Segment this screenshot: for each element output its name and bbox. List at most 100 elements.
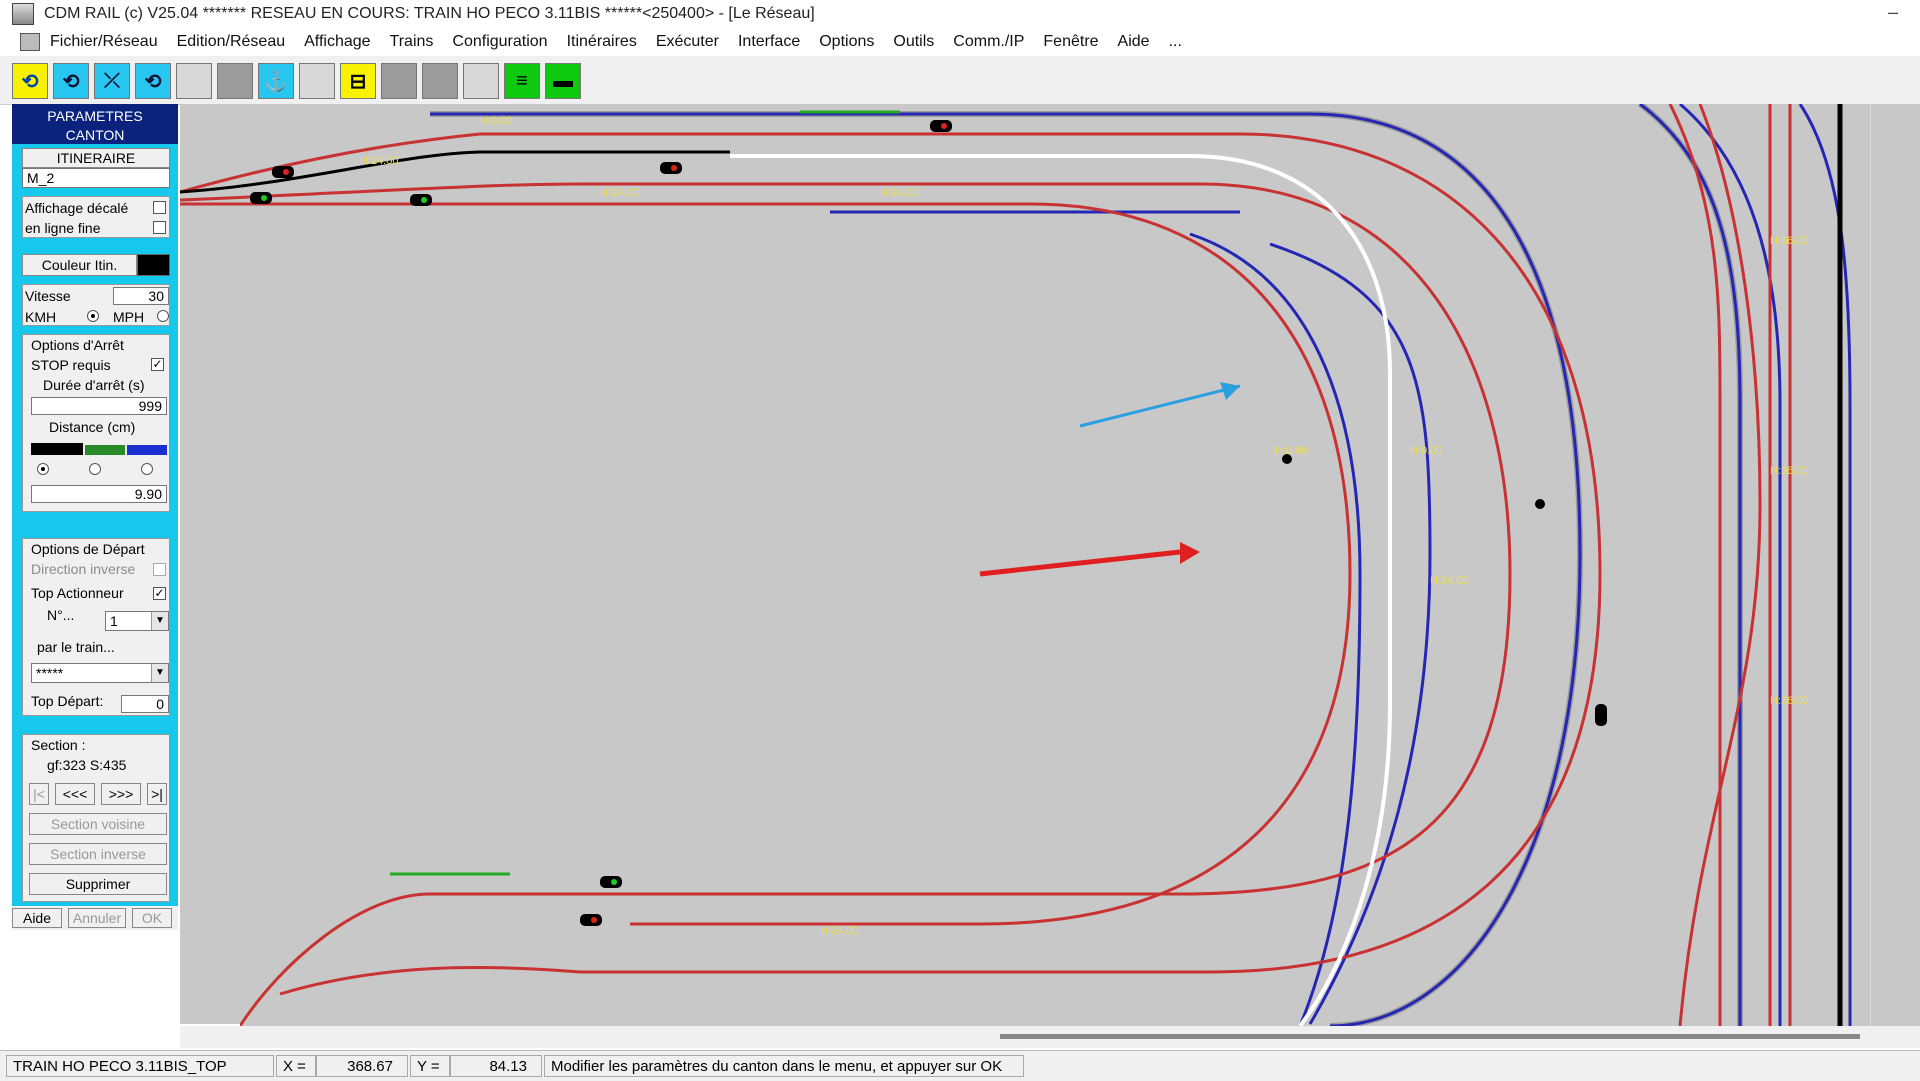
section-inverse-button[interactable]: Section inverse: [29, 843, 167, 865]
distance-ref-radio-middle[interactable]: [89, 463, 101, 475]
bar-icon[interactable]: ▬: [545, 63, 581, 99]
menu-edition[interactable]: Edition/Réseau: [177, 33, 286, 51]
panel-button-bar: Aide Annuler OK: [12, 906, 178, 930]
status-bar: TRAIN HO PECO 3.11BIS_TOP X = 368.67 Y =…: [0, 1050, 1920, 1081]
blank-tool-icon[interactable]: [381, 63, 417, 99]
ligne-fine-checkbox[interactable]: [153, 221, 166, 234]
actionneur-number-dropdown[interactable]: 1 ▼: [105, 611, 169, 631]
menu-interface[interactable]: Interface: [738, 33, 800, 51]
duree-arret-input[interactable]: 999: [31, 397, 167, 415]
top-depart-label: Top Départ:: [31, 693, 104, 709]
ok-button[interactable]: OK: [132, 908, 172, 928]
stop-requis-checkbox[interactable]: ✓: [151, 358, 164, 371]
train-dropdown[interactable]: ***** ▼: [31, 663, 169, 683]
affichage-decale-checkbox[interactable]: [153, 201, 166, 214]
options-arret-label: Options d'Arrêt: [31, 337, 124, 353]
direction-inverse-checkbox[interactable]: [153, 563, 166, 576]
section-prev-button[interactable]: <<<: [55, 783, 95, 805]
stop-requis-label: STOP requis: [31, 357, 111, 373]
track-layout-svg[interactable]: H:0.00 H:24.00 H:24.00 H:24.00 H:0.00 H:…: [180, 104, 1870, 1026]
menu-bar: Fichier/Réseau Edition/Réseau Affichage …: [0, 28, 1920, 56]
loop-cross-icon[interactable]: ⤫: [94, 63, 130, 99]
lines-icon[interactable]: ≡: [504, 63, 540, 99]
status-y-label: Y =: [410, 1055, 450, 1077]
section-marker-label: H:0.00: [1410, 445, 1442, 457]
n-label: N°...: [47, 607, 75, 623]
menu-itineraires[interactable]: Itinéraires: [567, 33, 637, 51]
document-icon[interactable]: [20, 33, 40, 51]
canvas-right-margin: [1870, 104, 1920, 1026]
menu-outils[interactable]: Outils: [893, 33, 934, 51]
chevron-down-icon[interactable]: ▼: [151, 612, 168, 630]
horizontal-scrollbar[interactable]: [180, 1026, 1920, 1048]
track-layout-canvas[interactable]: H:0.00 H:24.00 H:24.00 H:24.00 H:0.00 H:…: [180, 104, 1870, 1026]
blank-tool-icon[interactable]: [463, 63, 499, 99]
aide-button[interactable]: Aide: [12, 908, 62, 928]
scrollbar-thumb[interactable]: [1000, 1034, 1860, 1039]
menu-affichage[interactable]: Affichage: [304, 33, 370, 51]
menu-aide[interactable]: Aide: [1118, 33, 1150, 51]
section-marker-label: H:36.00: [1770, 695, 1809, 707]
itineraire-button[interactable]: ITINERAIRE: [22, 148, 170, 168]
annuler-button[interactable]: Annuler: [68, 908, 126, 928]
menu-fenetre[interactable]: Fenêtre: [1043, 33, 1098, 51]
options-depart-label: Options de Départ: [31, 541, 145, 557]
chevron-down-icon[interactable]: ▼: [151, 664, 168, 682]
section-voisine-button[interactable]: Section voisine: [29, 813, 167, 835]
blank-tool-icon[interactable]: [299, 63, 335, 99]
mph-radio[interactable]: [157, 310, 169, 322]
couleur-itin-button[interactable]: Couleur Itin.: [22, 254, 137, 276]
blank-tool-icon[interactable]: [422, 63, 458, 99]
affichage-decale-label: Affichage décalé: [25, 200, 129, 216]
section-next-button[interactable]: >>>: [101, 783, 141, 805]
anchor-icon[interactable]: ⚓: [258, 63, 294, 99]
itinerary-name-field[interactable]: M_2: [22, 168, 170, 188]
par-le-train-label: par le train...: [37, 639, 115, 655]
loop-add-icon[interactable]: ⟲: [53, 63, 89, 99]
route-color-swatch[interactable]: [137, 254, 170, 276]
loop-edit-icon[interactable]: ⟲: [135, 63, 171, 99]
status-network-name: TRAIN HO PECO 3.11BIS_TOP: [6, 1055, 274, 1077]
loop-icon[interactable]: ⟲: [12, 63, 48, 99]
menu-more[interactable]: ...: [1169, 33, 1182, 51]
bracket-icon[interactable]: ⊟: [340, 63, 376, 99]
menu-configuration[interactable]: Configuration: [452, 33, 547, 51]
direction-inverse-label: Direction inverse: [31, 561, 136, 577]
minimize-button[interactable]: –: [1888, 2, 1898, 23]
options-arret-group: Options d'Arrêt STOP requis ✓ Durée d'ar…: [22, 334, 170, 512]
section-marker-label: H:24.00: [600, 187, 639, 199]
mph-label: MPH: [113, 309, 145, 325]
section-marker-label: H:0.00: [480, 115, 512, 127]
actionneur-number-value: 1: [110, 613, 118, 629]
menu-trains[interactable]: Trains: [390, 33, 434, 51]
section-first-button[interactable]: |<: [29, 783, 49, 805]
ligne-fine-label: en ligne fine: [25, 220, 101, 236]
blank-tool-icon[interactable]: [217, 63, 253, 99]
toolbar: ⟲ ⟲ ⤫ ⟲ ⚓ ⊟ ≡ ▬: [0, 56, 1920, 105]
supprimer-button[interactable]: Supprimer: [29, 873, 167, 895]
section-label: Section :: [31, 737, 86, 753]
speed-group: Vitesse 30 KMH MPH: [22, 284, 170, 326]
section-marker-label: H:24.00: [1430, 575, 1469, 587]
section-marker-label: H:24.00: [880, 187, 919, 199]
top-actionneur-label: Top Actionneur: [31, 585, 124, 601]
distance-ref-radio-head[interactable]: [37, 463, 49, 475]
section-marker-label: H:36.00: [1770, 235, 1809, 247]
distance-ref-radio-tail[interactable]: [141, 463, 153, 475]
section-last-button[interactable]: >|: [147, 783, 167, 805]
blank-tool-icon[interactable]: [176, 63, 212, 99]
options-depart-group: Options de Départ Direction inverse Top …: [22, 538, 170, 716]
kmh-radio[interactable]: [87, 310, 99, 322]
top-depart-input[interactable]: 0: [121, 695, 169, 713]
menu-comm-ip[interactable]: Comm./IP: [953, 33, 1024, 51]
section-value: gf:323 S:435: [47, 757, 127, 773]
kmh-label: KMH: [25, 309, 57, 325]
menu-executer[interactable]: Exécuter: [656, 33, 719, 51]
menu-fichier[interactable]: Fichier/Réseau: [50, 33, 158, 51]
vitesse-input[interactable]: 30: [113, 287, 169, 305]
menu-options[interactable]: Options: [819, 33, 874, 51]
top-actionneur-checkbox[interactable]: ✓: [153, 587, 166, 600]
distance-label: Distance (cm): [49, 419, 136, 435]
section-marker-label: H:36.00: [1770, 465, 1809, 477]
distance-input[interactable]: 9.90: [31, 485, 167, 503]
